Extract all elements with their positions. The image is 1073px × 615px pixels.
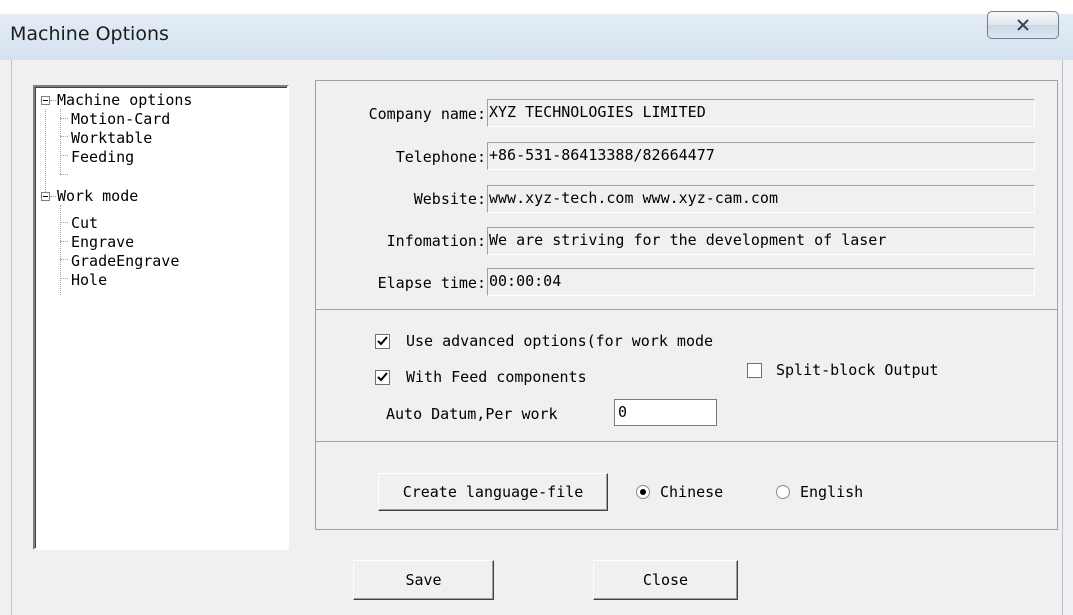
tree-item-work-mode[interactable]: Work mode bbox=[57, 187, 138, 206]
save-button[interactable]: Save bbox=[353, 560, 494, 600]
english-label[interactable]: English bbox=[800, 482, 863, 502]
company-name-label: Company name: bbox=[368, 105, 486, 123]
checkmark-icon bbox=[377, 336, 388, 346]
chinese-radio[interactable] bbox=[636, 485, 650, 499]
feed-components-checkbox[interactable] bbox=[375, 370, 390, 385]
website-value: www.xyz-tech.com www.xyz-cam.com bbox=[487, 185, 1035, 213]
feed-components-label[interactable]: With Feed components bbox=[406, 367, 587, 387]
close-button[interactable]: Close bbox=[593, 560, 738, 600]
section-divider bbox=[316, 309, 1057, 310]
split-block-label[interactable]: Split-block Output bbox=[776, 360, 939, 380]
advanced-options-checkbox[interactable] bbox=[375, 334, 390, 349]
website-label: Website: bbox=[413, 190, 486, 208]
tree-item-gradeengrave[interactable]: GradeEngrave bbox=[71, 252, 179, 271]
auto-datum-label: Auto Datum,Per work bbox=[386, 405, 558, 423]
telephone-value: +86-531-86413388/82664477 bbox=[487, 142, 1035, 170]
section-divider bbox=[316, 441, 1057, 442]
split-block-checkbox[interactable] bbox=[747, 363, 762, 378]
machine-info-panel: Company name: XYZ TECHNOLOGIES LIMITED T… bbox=[315, 80, 1058, 530]
information-value: We are striving for the development of l… bbox=[487, 227, 1035, 255]
tree-item-cut[interactable]: Cut bbox=[71, 214, 98, 233]
tree-item-machine-options[interactable]: Machine options bbox=[57, 91, 192, 110]
collapse-icon[interactable] bbox=[41, 96, 50, 105]
chinese-label[interactable]: Chinese bbox=[660, 482, 723, 502]
tree-item-worktable[interactable]: Worktable bbox=[71, 129, 152, 148]
company-name-value: XYZ TECHNOLOGIES LIMITED bbox=[487, 99, 1035, 127]
tree-item-engrave[interactable]: Engrave bbox=[71, 233, 134, 252]
english-radio[interactable] bbox=[776, 485, 790, 499]
elapse-time-label: Elapse time: bbox=[377, 274, 486, 292]
advanced-options-label[interactable]: Use advanced options(for work mode bbox=[406, 331, 776, 351]
options-tree[interactable]: Machine options Motion-Card Worktable Fe… bbox=[33, 85, 289, 550]
elapse-time-value: 00:00:04 bbox=[487, 268, 1035, 296]
create-language-file-button[interactable]: Create language-file bbox=[378, 473, 608, 511]
telephone-label: Telephone: bbox=[395, 148, 486, 166]
tree-item-motion-card[interactable]: Motion-Card bbox=[71, 110, 170, 129]
auto-datum-input[interactable]: 0 bbox=[614, 399, 717, 426]
tree-item-hole[interactable]: Hole bbox=[71, 271, 107, 290]
tree-item-feeding[interactable]: Feeding bbox=[71, 148, 134, 167]
title-bar: Machine Options bbox=[0, 0, 1073, 60]
information-label: Infomation: bbox=[386, 232, 486, 250]
window-title: Machine Options bbox=[10, 23, 169, 45]
machine-options-dialog: Machine Options Machine options Motion-C… bbox=[0, 0, 1073, 615]
collapse-icon[interactable] bbox=[41, 192, 50, 201]
checkmark-icon bbox=[377, 372, 388, 382]
window-close-button[interactable] bbox=[987, 11, 1059, 39]
radio-selected-dot bbox=[640, 489, 646, 495]
close-icon bbox=[1017, 19, 1029, 31]
